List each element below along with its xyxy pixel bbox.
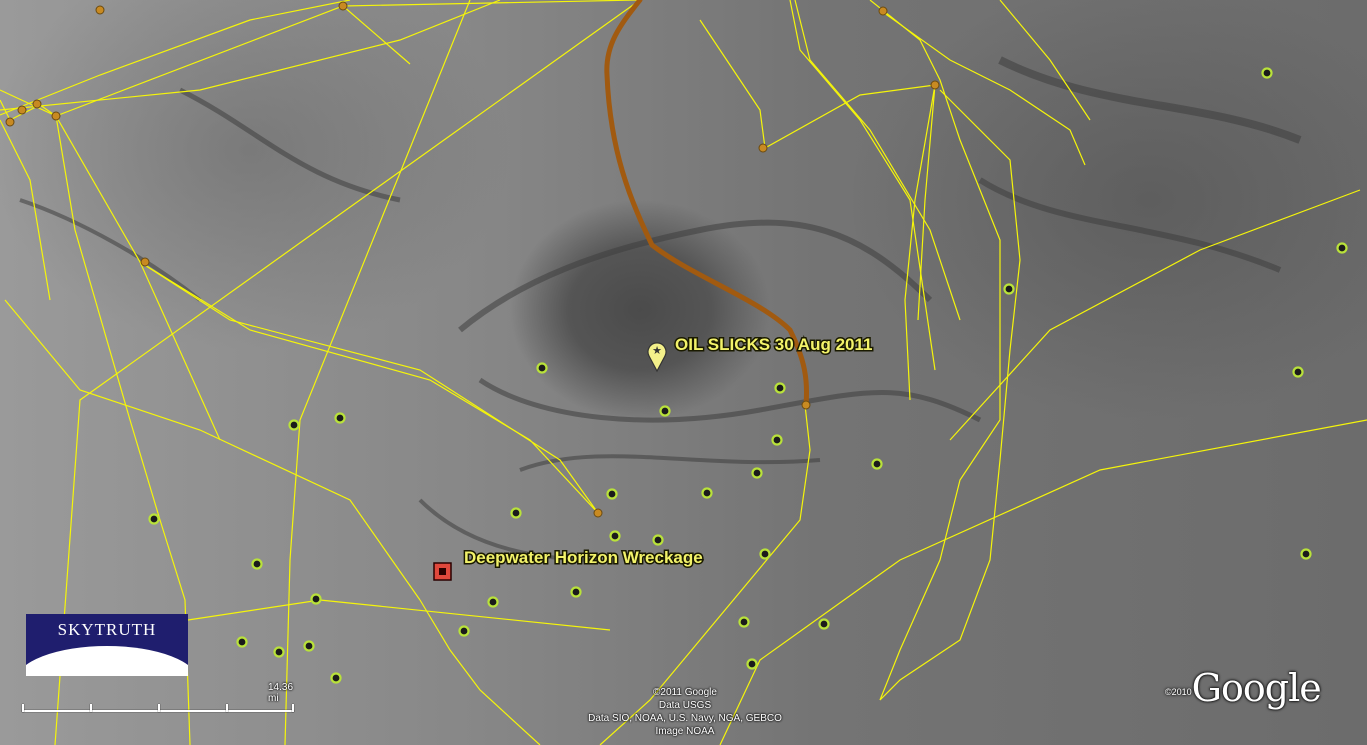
platform-marker [746,658,758,670]
platform-marker [1003,283,1015,295]
platform-marker [738,616,750,628]
vessel-tracks [0,0,1367,745]
platform-marker [236,636,248,648]
platform-marker [310,593,322,605]
platform-marker [652,534,664,546]
track-line [0,5,411,117]
waypoint-dot [140,257,150,267]
platform-marker [251,558,263,570]
scale-tick [158,704,160,712]
platform-marker [334,412,346,424]
scale-tick [292,704,294,712]
platform-marker [330,672,342,684]
scale-tick [90,704,92,712]
wreckage-square-center [439,568,446,575]
waypoint-dot [17,105,27,115]
track-line [139,261,599,514]
platform-marker [303,640,315,652]
wreckage-label[interactable]: Deepwater Horizon Wreckage [463,547,705,569]
platform-marker [1336,242,1348,254]
waypoint-dot [95,5,105,15]
platform-marker [510,507,522,519]
waypoint-dot [338,1,348,11]
platform-marker [148,513,160,525]
waypoint-dot [758,143,768,153]
track-line [949,189,1361,441]
track-line [917,84,936,321]
credit-line: Image NOAA [655,726,715,737]
track-line [794,0,961,321]
track-line [4,299,421,601]
track-line [187,599,611,631]
platform-marker [273,646,285,658]
track-line [0,0,351,116]
platform-marker [1261,67,1273,79]
placemark-star-icon: ★ [652,345,662,357]
platform-marker [751,467,763,479]
platform-marker [288,419,300,431]
wreckage-placemark[interactable]: Deepwater Horizon Wreckage [433,547,705,581]
credit-line: Data USGS [658,700,712,711]
waypoint-dot [5,117,15,127]
track-line [0,0,501,111]
brand-name: SKYTRUTH [57,620,157,639]
waypoint-dot [51,111,61,121]
track-line [139,261,599,514]
track-line [789,0,936,371]
waypoints [5,1,940,518]
platform-marker [759,548,771,560]
platform-marker [701,487,713,499]
map-credits: ©2011 Google Data USGS Data SIO, NOAA, U… [560,686,810,738]
oil-slick-placemark[interactable]: ★ OIL SLICKS 30 Aug 2011 [647,334,874,373]
platform-marker [659,405,671,417]
platform-marker [458,625,470,637]
logo-copyright: ©2010 [1165,687,1192,697]
skytruth-logo: SKYTRUTH [26,614,188,676]
scale-tick [22,704,24,712]
track-line [999,0,1091,121]
oil-slick-streaks [19,56,1302,562]
platform-marker [536,362,548,374]
track-line [869,0,1001,701]
platform-marker [1292,366,1304,378]
waypoint-dot [878,6,888,16]
platform-marker [871,458,883,470]
waypoint-dot [801,400,811,410]
track-line [419,599,541,745]
platform-marker [1300,548,1312,560]
platform-marker [606,488,618,500]
platform-markers[interactable] [148,67,1348,684]
credit-line: ©2011 Google [653,687,717,698]
waypoint-dot [593,508,603,518]
scale-bar: 14.36 mi [18,682,298,722]
waypoint-dot [930,80,940,90]
track-line [699,19,936,149]
logo-wordmark: Google [1191,666,1322,710]
platform-marker [570,586,582,598]
track-line [55,115,221,441]
platform-marker [774,382,786,394]
map-overlay: ★ OIL SLICKS 30 Aug 2011 Deepwater Horiz… [0,0,1367,745]
scale-label: 14.36 mi [268,682,294,704]
credit-line: Data SIO, NOAA, U.S. Navy, NGA, GEBCO [588,713,782,724]
platform-marker [818,618,830,630]
track-line [284,0,471,745]
google-logo: ©2010Google [1165,666,1322,716]
platform-marker [487,596,499,608]
oil-slicks-label[interactable]: OIL SLICKS 30 Aug 2011 [674,334,874,356]
satellite-map[interactable]: ★ OIL SLICKS 30 Aug 2011 Deepwater Horiz… [0,0,1367,745]
platform-marker [771,434,783,446]
logo-arc [26,646,188,676]
scale-tick [226,704,228,712]
platform-marker [609,530,621,542]
waypoint-dot [32,99,42,109]
